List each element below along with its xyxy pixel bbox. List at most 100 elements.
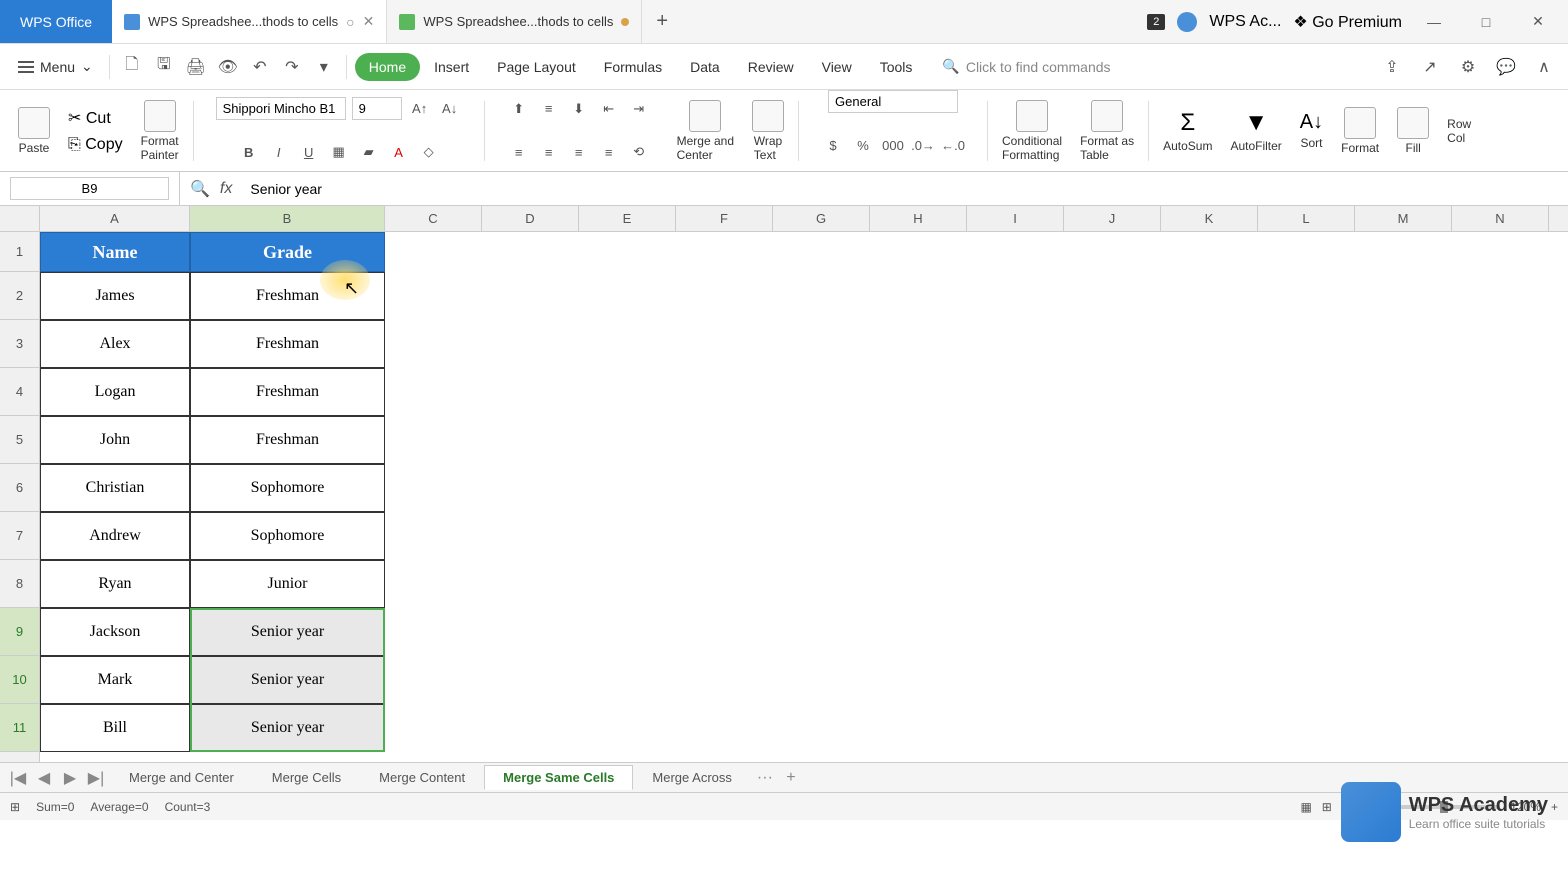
add-sheet-icon[interactable]: + [779,769,803,787]
column-header-N[interactable]: N [1452,206,1549,231]
sort-button[interactable]: A↓ Sort [1292,90,1331,171]
sheet-tab-merge-cells[interactable]: Merge Cells [253,765,360,790]
go-premium-button[interactable]: ❖ Go Premium [1293,12,1402,32]
cell-A4[interactable]: Logan [40,368,190,416]
undo-icon[interactable]: ↶ [246,53,274,81]
row-header-4[interactable]: 4 [0,368,39,416]
zoom-icon[interactable]: 🔍 [190,179,210,199]
paste-group[interactable]: Paste [10,90,58,171]
font-color-button[interactable]: A [387,141,411,163]
cell-A1[interactable]: Name [40,232,190,272]
sheet-tab-merge-across[interactable]: Merge Across [633,765,750,790]
cell-B11[interactable]: Senior year [190,704,385,752]
align-top-icon[interactable]: ⬆ [507,98,531,120]
user-avatar-icon[interactable] [1177,12,1197,32]
settings-icon[interactable]: ⚙ [1454,53,1482,81]
print-icon[interactable]: 🖨 [182,53,210,81]
row-header-8[interactable]: 8 [0,560,39,608]
new-file-icon[interactable]: 🗋 [118,53,146,81]
sheet-tab-merge-same-cells[interactable]: Merge Same Cells [484,765,633,790]
column-header-L[interactable]: L [1258,206,1355,231]
decrease-font-icon[interactable]: A↓ [438,98,462,120]
menu-tab-view[interactable]: View [808,53,866,81]
minimize-icon[interactable]: — [1414,14,1454,30]
percent-icon[interactable]: % [851,134,875,156]
format-painter-button[interactable]: Format Painter [133,90,187,171]
column-header-I[interactable]: I [967,206,1064,231]
row-header-5[interactable]: 5 [0,416,39,464]
cell-B1[interactable]: Grade [190,232,385,272]
notification-badge[interactable]: 2 [1147,14,1165,30]
autofilter-button[interactable]: ▼ AutoFilter [1222,90,1289,171]
menu-tab-formulas[interactable]: Formulas [590,53,676,81]
wrap-text-button[interactable]: Wrap Text [744,90,792,171]
column-header-E[interactable]: E [579,206,676,231]
cell-A8[interactable]: Ryan [40,560,190,608]
cell-B5[interactable]: Freshman [190,416,385,464]
row-header-10[interactable]: 10 [0,656,39,704]
cell-B10[interactable]: Senior year [190,656,385,704]
column-header-A[interactable]: A [40,206,190,231]
cell-B3[interactable]: Freshman [190,320,385,368]
macro-icon[interactable]: ⊞ [10,800,20,814]
cell-B8[interactable]: Junior [190,560,385,608]
name-box-input[interactable] [10,177,169,200]
copy-button[interactable]: ⎘ Copy [68,136,123,154]
underline-button[interactable]: U [297,141,321,163]
maximize-icon[interactable]: □ [1466,14,1506,30]
document-tab-1[interactable]: WPS Spreadshee...thods to cells ○ ✕ [112,0,387,43]
column-header-B[interactable]: B [190,206,385,231]
cell-A5[interactable]: John [40,416,190,464]
row-header-11[interactable]: 11 [0,704,39,752]
zoom-in-icon[interactable]: + [1551,800,1558,814]
redo-icon[interactable]: ↷ [278,53,306,81]
cell-B9[interactable]: Senior year [190,608,385,656]
sheet-tab-merge-and-center[interactable]: Merge and Center [110,765,253,790]
export-icon[interactable]: ↗ [1416,53,1444,81]
font-size-select[interactable] [352,97,402,120]
document-tab-2[interactable]: WPS Spreadshee...thods to cells [387,0,642,43]
align-left-icon[interactable]: ≡ [507,141,531,163]
column-header-K[interactable]: K [1161,206,1258,231]
user-name[interactable]: WPS Ac... [1209,13,1281,31]
currency-icon[interactable]: $ [821,134,845,156]
row-col-button[interactable]: Row Col [1439,90,1479,171]
sheet-tab-merge-content[interactable]: Merge Content [360,765,484,790]
menu-tab-home[interactable]: Home [355,53,420,81]
column-header-H[interactable]: H [870,206,967,231]
prev-sheet-icon[interactable]: ◀ [32,768,56,788]
close-icon[interactable]: ○ [346,14,354,30]
close-icon[interactable]: ✕ [1518,13,1558,30]
chat-icon[interactable]: 💬 [1492,53,1520,81]
next-sheet-icon[interactable]: ▶ [58,768,82,788]
menu-tab-data[interactable]: Data [676,53,734,81]
cell-B6[interactable]: Sophomore [190,464,385,512]
italic-button[interactable]: I [267,141,291,163]
menu-tab-insert[interactable]: Insert [420,53,483,81]
row-header-6[interactable]: 6 [0,464,39,512]
increase-decimal-icon[interactable]: .0→ [911,134,935,156]
format-as-table-button[interactable]: Format as Table [1072,90,1142,171]
cell-A9[interactable]: Jackson [40,608,190,656]
close-icon[interactable]: ✕ [363,13,375,30]
fill-color-button[interactable]: ▰ [357,141,381,163]
spreadsheet-grid[interactable]: ABCDEFGHIJKLMN 123456789101112 NameGrade… [0,206,1568,762]
cut-button[interactable]: ✂ Cut [68,108,111,128]
search-commands[interactable]: 🔍 Click to find commands [942,58,1110,75]
increase-font-icon[interactable]: A↑ [408,98,432,120]
bold-button[interactable]: B [237,141,261,163]
font-select[interactable] [216,97,346,120]
cell-B4[interactable]: Freshman [190,368,385,416]
formula-input[interactable]: Senior year [242,178,442,200]
cell-A11[interactable]: Bill [40,704,190,752]
align-right-icon[interactable]: ≡ [567,141,591,163]
row-header-7[interactable]: 7 [0,512,39,560]
borders-button[interactable]: ▦ [327,141,351,163]
cell-B7[interactable]: Sophomore [190,512,385,560]
align-center-icon[interactable]: ≡ [537,141,561,163]
conditional-formatting-button[interactable]: Conditional Formatting [994,90,1070,171]
dropdown-icon[interactable]: ▾ [310,53,338,81]
print-preview-icon[interactable]: 👁 [214,53,242,81]
number-format-select[interactable] [828,90,958,113]
align-middle-icon[interactable]: ≡ [537,98,561,120]
